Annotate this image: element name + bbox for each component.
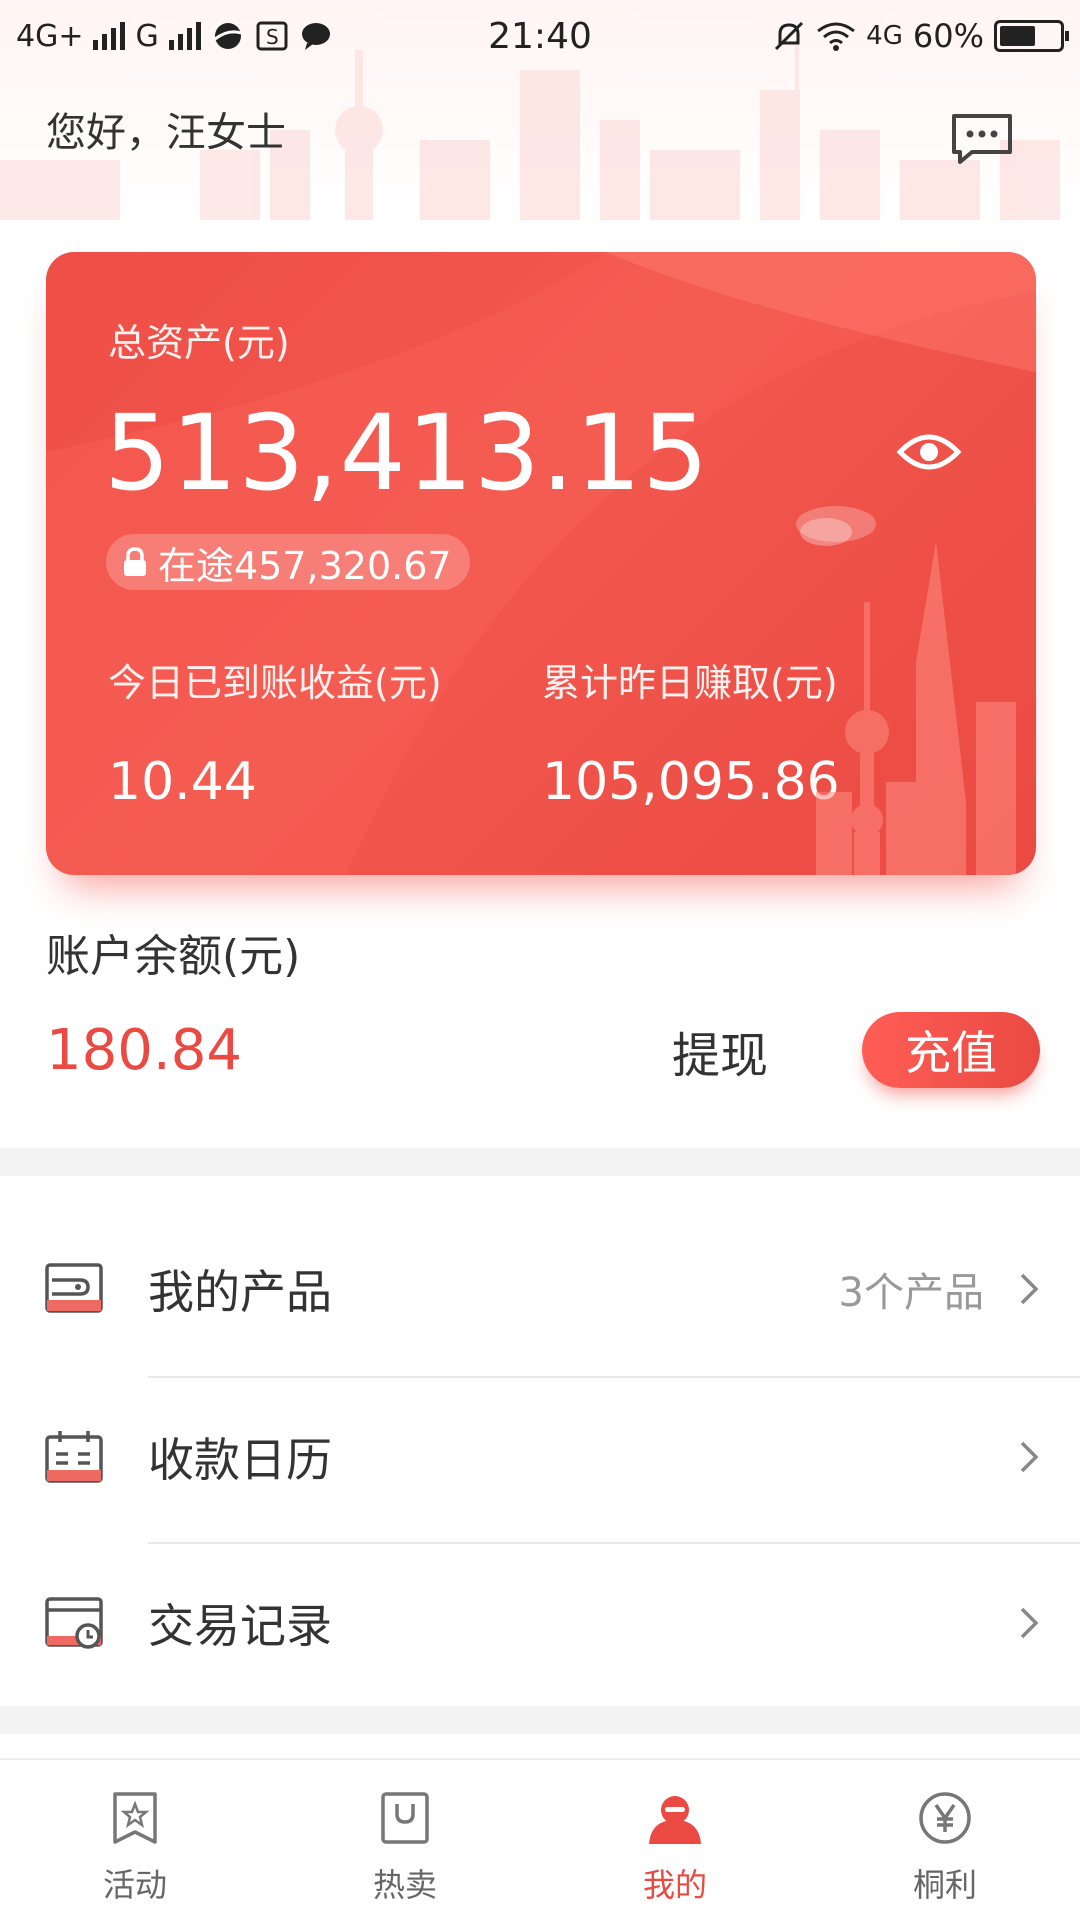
nav-item-activities[interactable]: 活动 <box>0 1760 270 1920</box>
in-transit-pill: 在途457,320.67 <box>106 534 470 590</box>
browser-icon <box>213 23 242 49</box>
product-count: 3个产品 <box>838 1270 984 1316</box>
nav-label-hot-sale: 热卖 <box>372 1866 437 1904</box>
card-skyline-illustration <box>816 542 1016 875</box>
nav-label-mine: 我的 <box>642 1866 707 1904</box>
nav-item-tongli[interactable]: 桐利 <box>810 1760 1080 1920</box>
menu-label-payment-calendar: 收款日历 <box>148 1433 332 1487</box>
battery-icon <box>994 20 1069 52</box>
section-divider <box>0 1706 1080 1734</box>
status-bar: 4G+ G S 21:40 4G 60% <box>0 0 1080 72</box>
today-income-label: 今日已到账收益(元) <box>108 661 442 705</box>
nav-label-activities: 活动 <box>102 1866 167 1904</box>
chevron-right-icon <box>1020 1273 1039 1305</box>
nav-label-tongli: 桐利 <box>912 1866 977 1904</box>
shopping-bag-icon <box>381 1792 429 1844</box>
chevron-right-icon <box>1020 1441 1039 1473</box>
menu-item-my-products[interactable]: 我的产品 3个产品 <box>0 1206 1080 1372</box>
in-transit-value: 在途457,320.67 <box>158 543 452 588</box>
nav-item-hot-sale[interactable]: 热卖 <box>270 1760 540 1920</box>
record-clock-icon <box>45 1597 103 1649</box>
lock-icon <box>124 547 146 576</box>
cumulative-earnings-label: 累计昨日赚取(元) <box>542 661 838 705</box>
section-divider <box>0 1148 1080 1176</box>
star-bookmark-icon <box>113 1792 157 1844</box>
battery-percent: 60% <box>912 17 984 55</box>
chat-notification-icon <box>301 23 330 50</box>
bottom-nav: 活动 热卖 我的 桐利 <box>0 1758 1080 1920</box>
signal-bars-icon <box>168 22 201 50</box>
menu-label-transaction-records: 交易记录 <box>148 1599 332 1653</box>
calendar-icon <box>45 1431 103 1483</box>
today-income-value: 10.44 <box>108 752 257 812</box>
wifi-icon <box>817 22 856 51</box>
svg-text:S: S <box>266 25 279 49</box>
network-type-right: 4G <box>866 21 903 51</box>
battery-fill <box>1000 26 1035 46</box>
total-assets-label: 总资产(元) <box>108 321 290 365</box>
app-s-icon: S <box>256 21 288 51</box>
account-balance-value: 180.84 <box>46 1018 242 1083</box>
cumulative-earnings-value: 105,095.86 <box>542 752 840 812</box>
wallet-icon <box>45 1263 103 1313</box>
yen-coin-icon <box>919 1792 971 1844</box>
account-balance-label: 账户余额(元) <box>46 931 301 982</box>
status-left: 4G+ G S <box>16 19 333 54</box>
total-assets-value: 513,413.15 <box>104 392 710 514</box>
eye-icon[interactable] <box>896 427 962 477</box>
status-right: 4G 60% <box>772 17 1069 55</box>
withdraw-button[interactable]: 提现 <box>672 1016 768 1086</box>
recharge-button[interactable]: 充值 <box>862 1012 1040 1088</box>
network-type-2: G <box>135 18 159 54</box>
menu-label-my-products: 我的产品 <box>148 1265 332 1319</box>
person-icon <box>649 1796 701 1844</box>
greeting-text: 您好，汪女士 <box>46 110 286 156</box>
menu-item-transaction-records[interactable]: 交易记录 <box>0 1540 1080 1706</box>
signal-bars-icon <box>93 22 126 50</box>
chevron-right-icon <box>1020 1607 1039 1639</box>
menu-item-payment-calendar[interactable]: 收款日历 <box>0 1374 1080 1540</box>
mute-bell-icon <box>775 21 804 51</box>
asset-card[interactable]: 总资产(元) 513,413.15 在途457,320.67 今日已到账收益(元… <box>46 252 1036 875</box>
chat-bubble-icon[interactable] <box>950 112 1014 166</box>
nav-item-mine[interactable]: 我的 <box>540 1760 810 1920</box>
network-type-1: 4G+ <box>16 18 84 54</box>
